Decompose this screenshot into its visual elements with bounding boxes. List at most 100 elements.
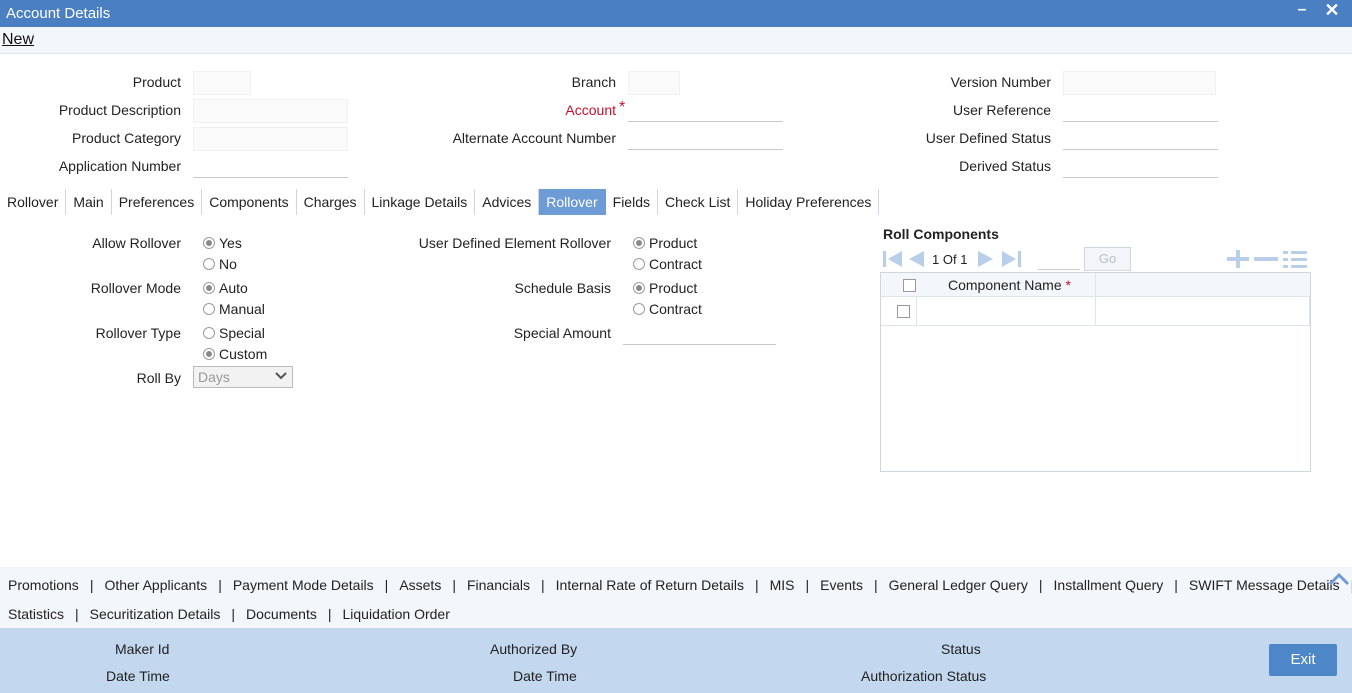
component-name-required-mark: * (1065, 277, 1071, 293)
link-separator: | (89, 577, 94, 593)
single-view-icon[interactable] (1282, 250, 1308, 270)
radio-unselected-icon (203, 327, 215, 339)
link-payment-mode-details[interactable]: Payment Mode Details (233, 577, 374, 593)
previous-page-icon[interactable] (906, 250, 926, 268)
ude-rollover-product-radio[interactable]: Product (633, 235, 697, 251)
link-securitization-details[interactable]: Securitization Details (90, 606, 221, 622)
rollover-mode-auto-radio[interactable]: Auto (203, 280, 248, 296)
version-number-label: Version Number (950, 74, 1051, 90)
rollover-type-custom-label: Custom (219, 346, 268, 362)
rollover-mode-auto-label: Auto (219, 280, 248, 296)
allow-rollover-label: Allow Rollover (92, 235, 181, 251)
minimize-button[interactable]: – (1292, 1, 1312, 23)
exit-button[interactable]: Exit (1269, 644, 1337, 676)
link-mis[interactable]: MIS (770, 577, 795, 593)
schedule-basis-contract-radio[interactable]: Contract (633, 301, 702, 317)
tab-check-list[interactable]: Check List (658, 189, 739, 215)
rollover-mode-label: Rollover Mode (90, 280, 181, 296)
component-name-header-label: Component Name (948, 277, 1062, 293)
branch-field[interactable] (628, 71, 680, 95)
radio-selected-icon (633, 282, 645, 294)
table-row (881, 297, 1310, 326)
link-other-applicants[interactable]: Other Applicants (104, 577, 207, 593)
ude-rollover-contract-label: Contract (649, 256, 702, 272)
alternate-account-number-field[interactable] (628, 126, 783, 150)
roll-components-grid: Component Name * (880, 272, 1311, 472)
application-number-field[interactable] (193, 154, 348, 178)
link-separator: | (1038, 577, 1043, 593)
link-financials[interactable]: Financials (467, 577, 530, 593)
new-link[interactable]: New (2, 31, 34, 49)
add-row-icon[interactable] (1225, 250, 1251, 268)
tab-linkage-details[interactable]: Linkage Details (365, 189, 476, 215)
tab-advices[interactable]: Advices (475, 189, 540, 215)
account-field[interactable] (628, 98, 783, 122)
roll-components-title: Roll Components (883, 226, 999, 242)
product-field[interactable] (193, 71, 251, 95)
allow-rollover-no-radio[interactable]: No (203, 256, 237, 272)
link-liquidation-order[interactable]: Liquidation Order (342, 606, 449, 622)
delete-row-icon[interactable] (1253, 250, 1279, 268)
link-separator: | (75, 606, 79, 622)
page-of: Of (942, 252, 957, 267)
link-internal-rate-of-return-details[interactable]: Internal Rate of Return Details (556, 577, 744, 593)
special-amount-field[interactable] (623, 321, 776, 345)
link-events[interactable]: Events (820, 577, 863, 593)
chevron-up-icon[interactable] (1328, 571, 1350, 587)
radio-unselected-icon (203, 303, 215, 315)
first-page-icon[interactable] (882, 250, 904, 268)
tab-main[interactable]: Main (66, 189, 112, 215)
link-installment-query[interactable]: Installment Query (1054, 577, 1164, 593)
authorized-by-label: Authorized By (490, 641, 578, 657)
derived-status-field[interactable] (1063, 154, 1218, 178)
tab-preferences[interactable]: Preferences (112, 189, 203, 215)
rollover-type-special-label: Special (219, 325, 265, 341)
authorization-status-label: Authorization Status (861, 668, 987, 684)
schedule-basis-product-radio[interactable]: Product (633, 280, 697, 296)
link-statistics[interactable]: Statistics (8, 606, 64, 622)
tab-rollover-1[interactable]: Rollover (0, 189, 67, 215)
product-description-field[interactable] (193, 99, 348, 123)
product-category-field[interactable] (193, 127, 348, 151)
allow-rollover-yes-label: Yes (219, 235, 242, 251)
tab-fields[interactable]: Fields (606, 189, 658, 215)
radio-selected-icon (203, 237, 215, 249)
version-number-field[interactable] (1063, 71, 1216, 95)
schedule-basis-label: Schedule Basis (514, 280, 611, 296)
link-documents[interactable]: Documents (246, 606, 317, 622)
tab-components[interactable]: Components (202, 189, 297, 215)
user-defined-status-field[interactable] (1063, 126, 1218, 150)
allow-rollover-yes-radio[interactable]: Yes (203, 235, 242, 251)
maker-id-label: Maker Id (115, 641, 170, 657)
page-jump-input[interactable] (1038, 248, 1080, 270)
link-swift-message-details[interactable]: SWIFT Message Details (1189, 577, 1340, 593)
bottom-links-row-1: Promotions | Other Applicants | Payment Mode… (8, 577, 1352, 593)
close-button[interactable]: ✕ (1322, 0, 1342, 22)
link-assets[interactable]: Assets (399, 577, 441, 593)
link-separator: | (541, 577, 545, 593)
link-general-ledger-query[interactable]: General Ledger Query (889, 577, 1028, 593)
rollover-type-custom-radio[interactable]: Custom (203, 346, 267, 362)
user-reference-field[interactable] (1063, 98, 1218, 122)
rollover-type-special-radio[interactable]: Special (203, 325, 265, 341)
link-separator: | (452, 577, 456, 593)
tab-charges[interactable]: Charges (297, 189, 365, 215)
user-defined-element-rollover-label: User Defined Element Rollover (418, 235, 611, 251)
last-page-icon[interactable] (1000, 250, 1022, 268)
select-all-checkbox[interactable] (903, 279, 916, 292)
link-separator: | (327, 606, 332, 622)
alternate-account-number-label: Alternate Account Number (452, 130, 616, 146)
cell-divider (1095, 297, 1096, 326)
ude-rollover-contract-radio[interactable]: Contract (633, 256, 702, 272)
row-checkbox[interactable] (897, 305, 910, 318)
bottom-links-row-2: Statistics | Securitization Details | Docume… (8, 606, 450, 622)
roll-by-select[interactable]: Days (193, 366, 293, 388)
rollover-mode-manual-radio[interactable]: Manual (203, 301, 265, 317)
tab-rollover-active[interactable]: Rollover (539, 189, 606, 215)
link-promotions[interactable]: Promotions (8, 577, 79, 593)
component-name-cell[interactable] (917, 297, 1095, 326)
tab-holiday-preferences[interactable]: Holiday Preferences (738, 189, 880, 215)
radio-unselected-icon (633, 258, 645, 270)
next-page-icon[interactable] (976, 250, 996, 268)
go-button[interactable]: Go (1084, 247, 1131, 271)
